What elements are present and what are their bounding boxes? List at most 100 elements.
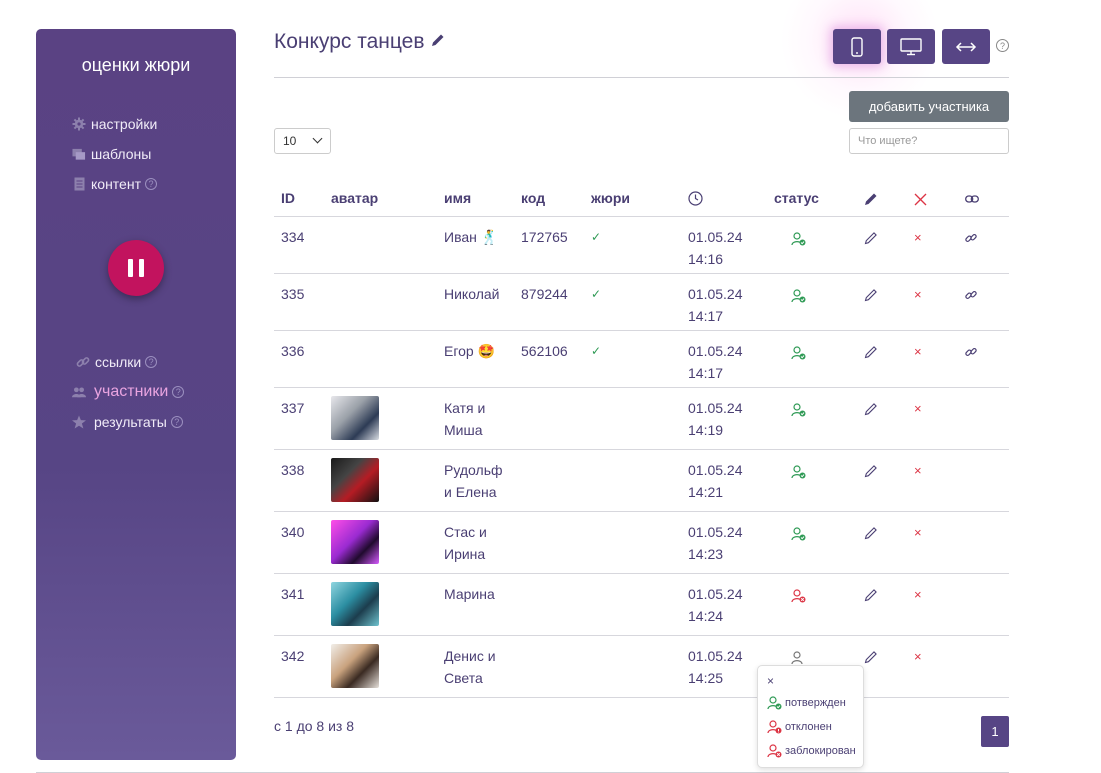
edit-icon[interactable] [864,464,878,481]
col-time[interactable] [681,180,774,217]
edit-icon[interactable] [864,588,878,605]
cell-link [958,387,1009,450]
sidebar-item-results[interactable]: результаты ? [72,407,184,437]
page-size-select[interactable]: 10 [274,128,331,154]
avatar[interactable] [331,395,379,440]
help-icon[interactable]: ? [145,356,158,368]
cell-time: 01.05.24 14:23 [681,511,774,574]
date-text: 01.05.24 [688,523,743,540]
status-confirmed-icon[interactable] [791,288,806,306]
status-option-label: потвержден [785,697,846,709]
name-line-1: Марина [444,585,495,602]
edit-icon[interactable] [864,345,878,362]
edit-icon[interactable] [864,231,878,248]
col-edit [857,180,907,217]
popup-close-icon[interactable]: × [767,674,774,688]
help-icon[interactable]: ? [172,386,185,398]
date-text: 01.05.24 [688,585,743,602]
help-icon[interactable]: ? [170,416,183,428]
delete-icon[interactable]: × [914,401,922,416]
cell-status [774,511,857,574]
status-option-rejected[interactable]: отклонен [767,720,832,734]
cell-name: Егор 🤩 [437,330,514,388]
time-text: 14:24 [688,607,724,624]
sidebar-item-label: настройки [91,116,158,132]
cell-time: 01.05.24 14:17 [681,330,774,388]
avatar[interactable] [331,581,379,626]
edit-title-icon[interactable] [431,33,445,51]
pause-icon [128,259,133,277]
status-confirmed-icon[interactable] [791,402,806,420]
sidebar-item-content[interactable]: контент ? [72,169,157,199]
templates-icon [72,147,86,161]
delete-icon[interactable]: × [914,230,922,245]
name-line-2: Миша [444,421,483,438]
add-participant-button[interactable]: добавить участника [849,91,1009,122]
cell-name: Денис и Света [437,635,514,698]
help-icon[interactable]: ? [996,39,1009,52]
fit-width-button[interactable] [942,29,990,64]
pagination-info: с 1 до 8 из 8 [274,718,355,734]
cell-code: 172765 [514,216,584,274]
date-text: 01.05.24 [688,647,743,664]
name-line-2: и Елена [444,483,497,500]
cell-delete: × [907,330,958,388]
col-jury[interactable]: жюри [584,180,681,217]
cell-edit [857,635,907,698]
search-input[interactable] [849,128,1009,154]
page-button-1[interactable]: 1 [981,716,1009,747]
avatar[interactable] [331,643,379,688]
status-confirmed-icon[interactable] [791,464,806,482]
cell-id: 335 [274,273,324,331]
link-icon [965,195,979,203]
col-name[interactable]: имя [437,180,514,217]
phone-icon [851,36,863,57]
col-avatar[interactable]: аватар [324,180,437,217]
name-line-1: Иван 🕺 [444,228,499,245]
arrows-horizontal-icon [955,41,977,52]
col-code[interactable]: код [514,180,584,217]
avatar[interactable] [331,519,379,564]
sidebar-menu-bottom: ссылки ? участники ? результаты ? [72,347,185,437]
delete-icon[interactable]: × [914,463,922,478]
pause-button[interactable] [108,240,164,296]
edit-icon[interactable] [864,288,878,305]
link-icon[interactable] [965,345,977,361]
link-icon[interactable] [965,288,977,304]
status-confirmed-icon[interactable] [791,526,806,544]
status-option-blocked[interactable]: заблокирован [767,744,856,758]
sidebar-item-links[interactable]: ссылки ? [72,347,184,377]
edit-icon[interactable] [864,402,878,419]
sidebar-item-label: участники [94,383,169,400]
sidebar-item-settings[interactable]: настройки [72,109,157,139]
delete-icon[interactable]: × [914,649,922,664]
edit-icon[interactable] [864,526,878,543]
cell-delete: × [907,216,958,274]
phone-view-button[interactable] [833,29,881,64]
status-confirmed-icon[interactable] [791,345,806,363]
status-confirmed-icon[interactable] [791,231,806,249]
cell-status [774,573,857,636]
delete-icon[interactable]: × [914,525,922,540]
name-line-2: Ирина [444,545,486,562]
delete-icon[interactable]: × [914,344,922,359]
sidebar-item-participants[interactable]: участники ? [72,377,185,407]
name-line-2: Света [444,669,483,686]
delete-icon[interactable]: × [914,587,922,602]
cell-jury [584,449,681,512]
status-option-confirmed[interactable]: потвержден [767,696,846,710]
sidebar-item-templates[interactable]: шаблоны [72,139,157,169]
link-icon[interactable] [965,231,977,247]
col-id[interactable]: ID [274,180,324,217]
edit-icon[interactable] [864,650,878,667]
desktop-view-button[interactable] [887,29,935,64]
help-icon[interactable]: ? [144,178,157,190]
cell-code [514,511,584,574]
table-row: 341 Марина 01.05.24 14:24 × [274,573,1009,636]
date-text: 01.05.24 [688,342,743,359]
delete-icon[interactable]: × [914,287,922,302]
avatar[interactable] [331,457,379,502]
status-blocked-icon[interactable] [791,588,806,606]
cell-name: Марина [437,573,514,636]
col-status[interactable]: статус [774,180,857,217]
